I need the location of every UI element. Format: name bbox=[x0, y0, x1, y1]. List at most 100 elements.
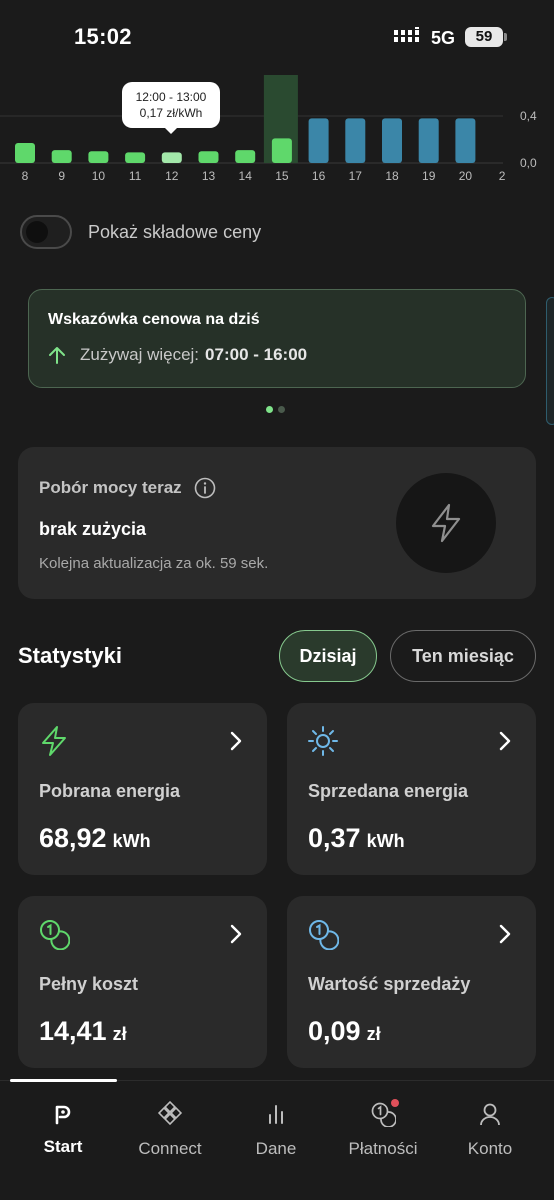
nav-dane[interactable]: Dane bbox=[221, 1101, 331, 1159]
x-tick-label: 12 bbox=[165, 169, 179, 183]
power-update-text: Kolejna aktualizacja za ok. 59 sek. bbox=[39, 555, 269, 572]
arrow-up-icon bbox=[49, 347, 65, 364]
x-tick-label: 15 bbox=[275, 169, 289, 183]
carousel-dot[interactable] bbox=[278, 406, 285, 413]
price-bar bbox=[345, 118, 366, 163]
connect-icon bbox=[157, 1101, 183, 1126]
chart-icon bbox=[269, 1105, 283, 1124]
tip-row: Zużywaj więcej: 07:00 - 16:00 bbox=[48, 345, 307, 365]
x-tick-label: 2 bbox=[499, 169, 506, 183]
nav-label: Płatności bbox=[348, 1139, 418, 1158]
coins-icon bbox=[40, 920, 70, 950]
nav-label: Dane bbox=[255, 1139, 297, 1158]
x-tick-label: 17 bbox=[349, 169, 363, 183]
power-title: Pobór mocy teraz bbox=[39, 478, 182, 497]
battery-icon: 59 bbox=[465, 27, 507, 47]
stat-unit: zł bbox=[112, 1024, 127, 1044]
x-tick-label: 8 bbox=[22, 169, 29, 183]
stat-value: 68,92 bbox=[39, 823, 107, 853]
stat-value-row: 0,09 zł bbox=[308, 1016, 381, 1047]
chevron-right-icon bbox=[499, 731, 511, 751]
x-tick-label: 14 bbox=[239, 169, 253, 183]
account-icon bbox=[480, 1103, 500, 1126]
status-time: 15:02 bbox=[74, 24, 132, 49]
nav-payments[interactable]: Płatności bbox=[328, 1099, 438, 1159]
chevron-right-icon bbox=[499, 924, 511, 944]
stat-card-sale-value[interactable]: Wartość sprzedaży 0,09 zł bbox=[287, 896, 536, 1068]
price-bar bbox=[51, 150, 72, 163]
stat-label: Wartość sprzedaży bbox=[308, 974, 471, 994]
network-type: 5G bbox=[431, 28, 456, 48]
price-chart[interactable]: 8 9 10 11 12 13 14 15 16 17 18 19 20 2 0,4 0,0 bbox=[0, 70, 554, 195]
stat-card-energy-sold[interactable]: Sprzedana energia 0,37 kWh bbox=[287, 703, 536, 875]
chart-tooltip: 12:00 - 13:00 0,17 zł/kWh bbox=[122, 82, 220, 134]
price-bar bbox=[198, 151, 219, 163]
stats-title: Statystyki bbox=[18, 643, 122, 668]
x-tick-label: 9 bbox=[58, 169, 65, 183]
stat-unit: zł bbox=[366, 1024, 381, 1044]
x-tick-label: 13 bbox=[202, 169, 216, 183]
tip-text: Zużywaj więcej: bbox=[80, 345, 200, 364]
filter-today-button[interactable]: Dzisiaj bbox=[279, 630, 377, 682]
status-bar: 15:02 5G 59 bbox=[0, 0, 554, 70]
nav-connect[interactable]: Connect bbox=[115, 1101, 225, 1159]
carousel-dot[interactable] bbox=[266, 406, 273, 413]
price-bar bbox=[382, 118, 402, 163]
nav-label: Start bbox=[43, 1137, 83, 1156]
tip-title: Wskazówka cenowa na dziś bbox=[48, 311, 260, 328]
y-tick-label: 0,0 bbox=[520, 156, 537, 170]
tooltip-price: 0,17 zł/kWh bbox=[139, 106, 203, 120]
chevron-right-icon bbox=[230, 924, 242, 944]
next-card-peek[interactable] bbox=[546, 297, 554, 425]
coins-icon bbox=[309, 920, 339, 950]
price-components-toggle[interactable] bbox=[20, 215, 72, 249]
filter-month-button[interactable]: Ten miesiąc bbox=[390, 630, 536, 682]
stat-value-row: 14,41 zł bbox=[39, 1016, 127, 1047]
nav-account[interactable]: Konto bbox=[435, 1101, 545, 1159]
stat-unit: kWh bbox=[112, 831, 151, 851]
bolt-icon bbox=[42, 726, 66, 756]
price-bar bbox=[418, 118, 439, 163]
tooltip-time: 12:00 - 13:00 bbox=[135, 90, 207, 104]
price-bar bbox=[125, 152, 146, 163]
price-bar bbox=[271, 138, 292, 163]
nav-label: Konto bbox=[467, 1139, 513, 1158]
power-title-row: Pobór mocy teraz bbox=[39, 477, 216, 499]
price-tip-card[interactable]: Wskazówka cenowa na dziś Zużywaj więcej:… bbox=[28, 289, 526, 388]
start-icon bbox=[55, 1105, 71, 1125]
toggle-knob bbox=[26, 221, 48, 243]
info-icon[interactable] bbox=[194, 477, 216, 499]
price-bar bbox=[161, 152, 182, 163]
power-card: Pobór mocy teraz brak zużycia Kolejna ak… bbox=[18, 447, 536, 599]
price-bar bbox=[88, 151, 109, 163]
nav-start[interactable]: Start bbox=[8, 1101, 118, 1157]
stat-label: Pobrana energia bbox=[39, 781, 181, 801]
stat-value: 0,09 bbox=[308, 1016, 361, 1046]
carousel-dots bbox=[266, 406, 285, 413]
stat-card-full-cost[interactable]: Pełny koszt 14,41 zł bbox=[18, 896, 267, 1068]
nav-label: Connect bbox=[138, 1139, 202, 1158]
stat-value-row: 68,92 kWh bbox=[39, 823, 151, 854]
stat-unit: kWh bbox=[366, 831, 405, 851]
y-tick-label: 0,4 bbox=[520, 109, 537, 123]
price-bar bbox=[455, 118, 476, 163]
x-tick-label: 18 bbox=[385, 169, 399, 183]
stat-label: Sprzedana energia bbox=[308, 781, 469, 801]
sun-icon bbox=[308, 726, 338, 756]
active-tab-indicator bbox=[10, 1079, 117, 1082]
price-components-toggle-row[interactable]: Pokaż składowe ceny bbox=[20, 215, 261, 249]
stat-card-energy-drawn[interactable]: Pobrana energia 68,92 kWh bbox=[18, 703, 267, 875]
signal-icon bbox=[394, 27, 419, 42]
x-tick-label: 20 bbox=[459, 169, 473, 183]
tip-hours: 07:00 - 16:00 bbox=[205, 345, 308, 364]
stat-value-row: 0,37 kWh bbox=[308, 823, 405, 854]
x-tick-label: 11 bbox=[129, 169, 142, 183]
stat-value: 0,37 bbox=[308, 823, 361, 853]
power-status: brak zużycia bbox=[39, 519, 147, 539]
price-bar bbox=[15, 143, 35, 163]
notification-badge bbox=[391, 1099, 399, 1107]
x-tick-label: 19 bbox=[422, 169, 436, 183]
chevron-right-icon bbox=[230, 731, 242, 751]
price-bar bbox=[235, 150, 256, 163]
stat-label: Pełny koszt bbox=[39, 974, 139, 994]
